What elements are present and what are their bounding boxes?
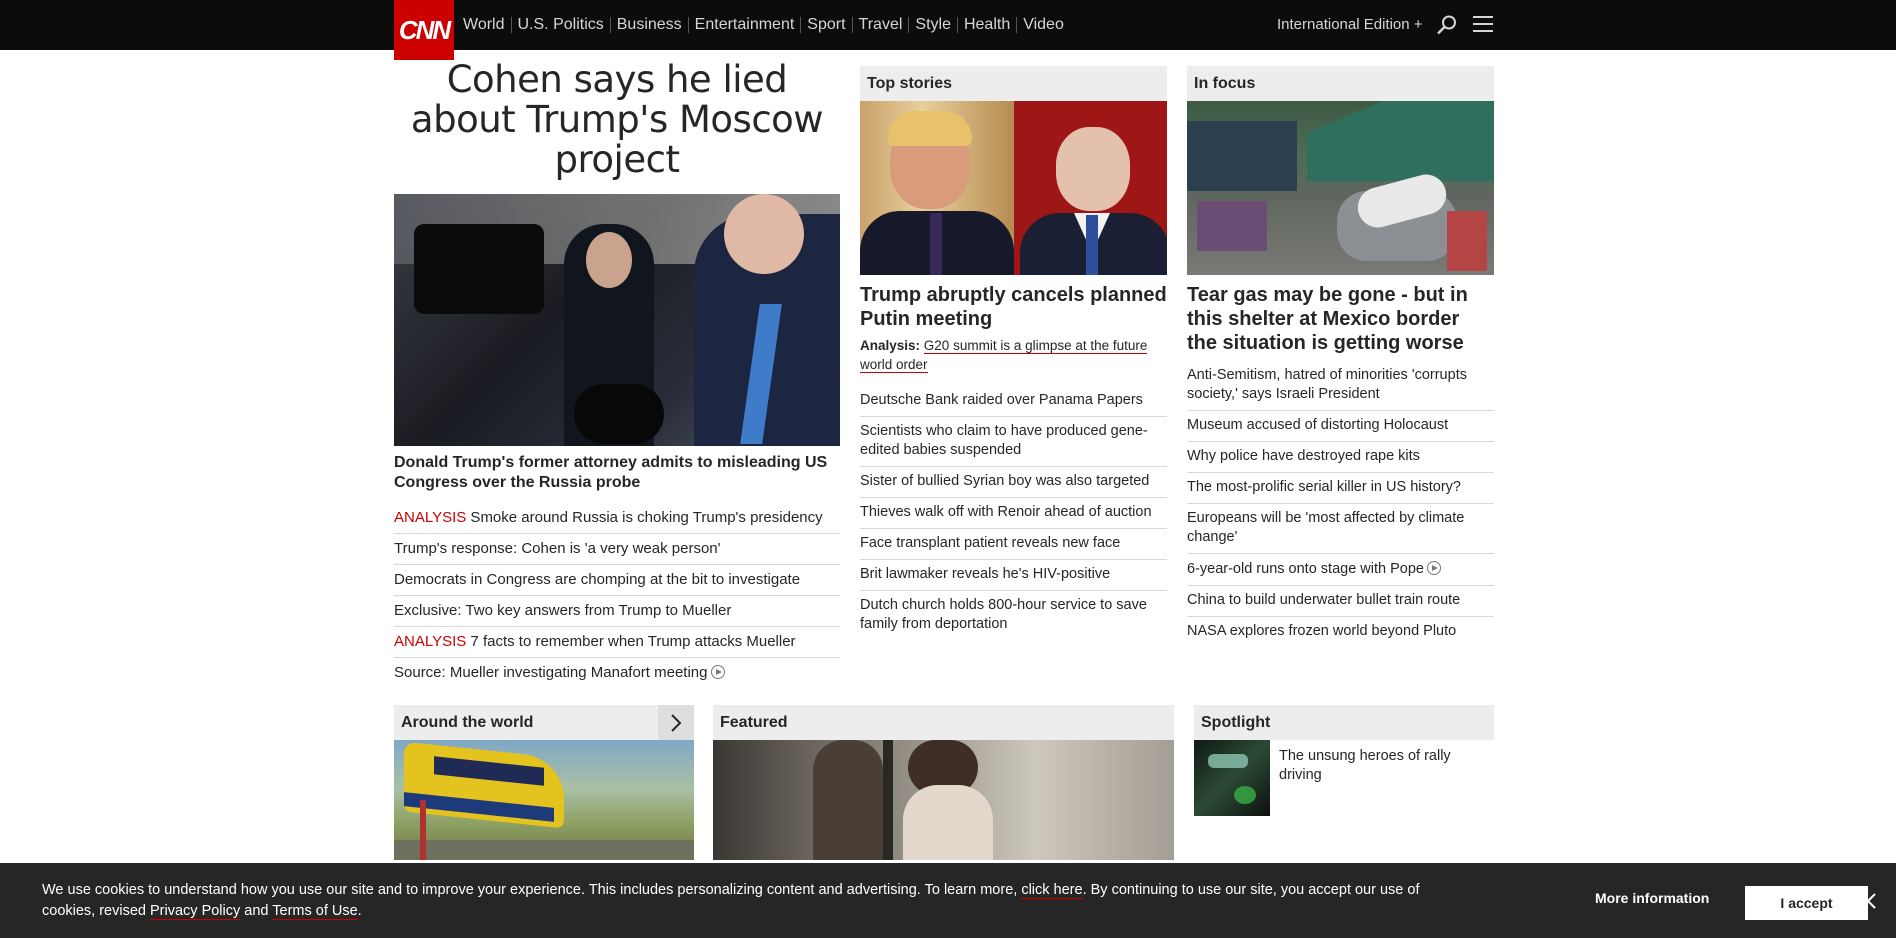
featured-image[interactable] [713,740,1174,860]
nav-sport[interactable]: Sport [801,17,853,33]
accept-cookies-button[interactable]: I accept [1745,886,1868,920]
section-heading-around-the-world: Around the world [394,705,694,741]
section-heading-in-focus: In focus [1187,66,1494,101]
list-item[interactable]: Scientists who claim to have produced ge… [860,416,1167,466]
top-story-image[interactable] [860,101,1167,275]
analysis-tag: ANALYSIS [394,633,467,650]
list-item[interactable]: Museum accused of distorting Holocaust [1187,410,1494,441]
list-item[interactable]: Thieves walk off with Renoir ahead of au… [860,497,1167,528]
spotlight-thumbnail[interactable] [1194,740,1270,816]
list-item[interactable]: 6-year-old runs onto stage with Pope [1187,553,1494,585]
around-the-world-image[interactable] [394,740,694,860]
list-item[interactable]: ANALYSIS Smoke around Russia is choking … [394,503,840,533]
terms-of-use-link[interactable]: Terms of Use [272,903,358,920]
list-item[interactable]: Face transplant patient reveals new face [860,528,1167,559]
nav-us-politics[interactable]: U.S. Politics [512,17,611,33]
list-item[interactable]: Deutsche Bank raided over Panama Papers [860,386,1167,416]
list-item[interactable]: Why police have destroyed rape kits [1187,441,1494,472]
nav-travel[interactable]: Travel [853,17,910,33]
in-focus-headline[interactable]: Tear gas may be gone - but in this shelt… [1187,283,1494,355]
section-heading-top-stories: Top stories [860,66,1167,101]
hamburger-menu-icon[interactable] [1473,16,1493,32]
spotlight-item[interactable]: The unsung heroes of rally driving [1194,740,1494,816]
cookie-message: We use cookies to understand how you use… [42,882,1420,920]
list-item[interactable]: Europeans will be 'most affected by clim… [1187,503,1494,553]
nav-business[interactable]: Business [611,17,689,33]
nav-style[interactable]: Style [909,17,958,33]
click-here-link[interactable]: click here [1021,882,1083,899]
nav-health[interactable]: Health [958,17,1018,33]
nav-video[interactable]: Video [1017,17,1070,33]
list-item[interactable]: ANALYSIS 7 facts to remember when Trump … [394,626,840,657]
lead-subheadline[interactable]: Donald Trump's former attorney admits to… [394,453,840,493]
privacy-policy-link[interactable]: Privacy Policy [150,903,241,920]
list-item[interactable]: Source: Mueller investigating Manafort m… [394,657,840,688]
more-information-button[interactable]: More information [1595,890,1709,906]
video-play-icon [710,665,725,679]
list-item[interactable]: China to build underwater bullet train r… [1187,585,1494,616]
list-item[interactable]: Sister of bullied Syrian boy was also ta… [860,466,1167,497]
in-focus-column: In focus Tear gas may be gone - but in t… [1187,66,1494,647]
lead-headline[interactable]: Cohen says he lied about Trump's Moscow … [394,60,840,180]
close-icon[interactable] [1859,892,1877,910]
list-item[interactable]: Dutch church holds 800-hour service to s… [860,590,1167,640]
list-item[interactable]: Exclusive: Two key answers from Trump to… [394,595,840,626]
search-icon[interactable] [1436,14,1458,36]
cookie-banner: We use cookies to understand how you use… [0,863,1896,938]
top-story-analysis[interactable]: Analysis: G20 summit is a glimpse at the… [860,336,1167,374]
analysis-tag: ANALYSIS [394,509,467,526]
top-stories-column: Top stories Trump abruptly cancels plann… [860,66,1167,640]
list-item[interactable]: Democrats in Congress are chomping at th… [394,564,840,595]
section-heading-spotlight: Spotlight [1194,705,1494,740]
main-nav: World U.S. Politics Business Entertainme… [463,0,1070,50]
in-focus-image[interactable] [1187,101,1494,275]
video-play-icon [1426,561,1441,575]
nav-world[interactable]: World [463,17,512,33]
cnn-logo[interactable]: CNN [394,0,454,60]
spotlight-headline[interactable]: The unsung heroes of rally driving [1270,740,1494,816]
in-focus-list: Anti-Semitism, hatred of minorities 'cor… [1187,361,1494,647]
list-item[interactable]: Anti-Semitism, hatred of minorities 'cor… [1187,361,1494,410]
nav-entertainment[interactable]: Entertainment [689,17,802,33]
lead-related-list: ANALYSIS Smoke around Russia is choking … [394,503,840,688]
list-item[interactable]: The most-prolific serial killer in US hi… [1187,472,1494,503]
edition-selector[interactable]: International Edition + [1277,16,1423,33]
list-item[interactable]: Brit lawmaker reveals he's HIV-positive [860,559,1167,590]
list-item[interactable]: NASA explores frozen world beyond Pluto [1187,616,1494,647]
top-stories-list: Deutsche Bank raided over Panama Papers … [860,386,1167,640]
top-story-headline[interactable]: Trump abruptly cancels planned Putin mee… [860,283,1167,331]
section-heading-featured: Featured [713,705,1174,740]
lead-column: Cohen says he lied about Trump's Moscow … [394,60,840,688]
list-item[interactable]: Trump's response: Cohen is 'a very weak … [394,533,840,564]
next-arrow-button[interactable] [658,705,694,741]
chevron-right-icon [671,714,682,732]
lead-image[interactable] [394,194,840,446]
